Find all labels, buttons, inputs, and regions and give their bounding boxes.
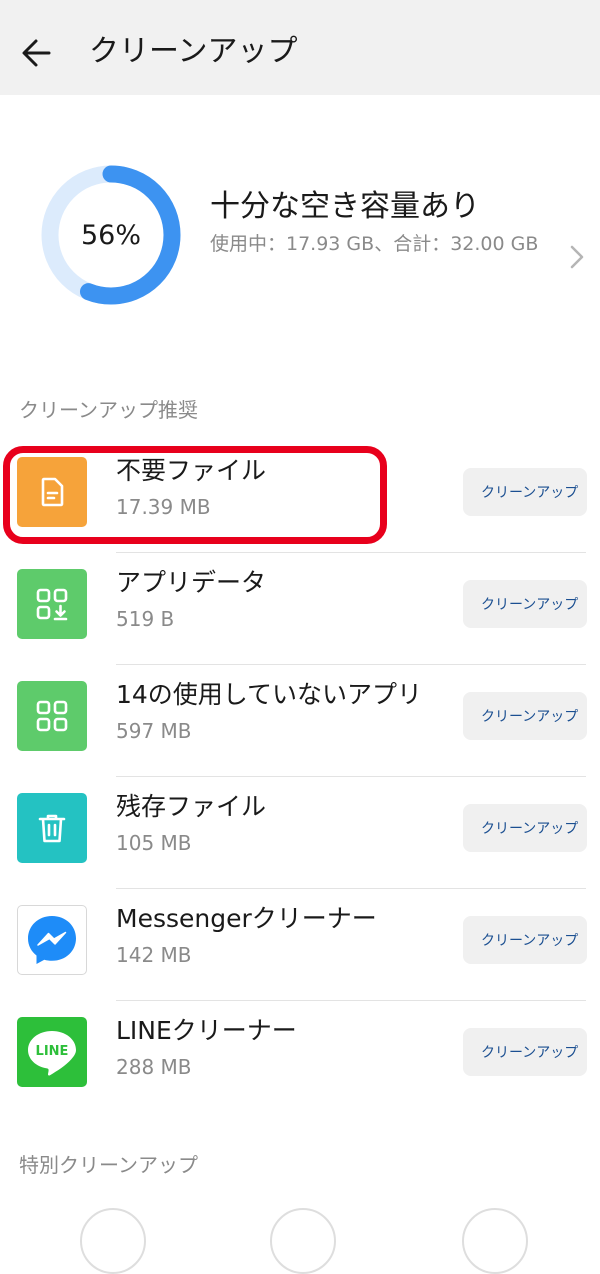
trash-icon bbox=[38, 814, 66, 843]
page-title: クリーンアップ bbox=[89, 34, 298, 69]
storage-summary[interactable]: 56% 十分な空き容量あり 使用中：17.93 GB、合計：32.00 GB bbox=[0, 150, 600, 320]
storage-status-title: 十分な空き容量あり bbox=[210, 189, 480, 224]
list-item-residual-files[interactable]: 残存ファイル 105 MB クリーンアップ bbox=[0, 777, 600, 889]
special-cleanup-item[interactable] bbox=[270, 1208, 336, 1274]
cleanup-button[interactable]: クリーンアップ bbox=[463, 580, 587, 628]
back-button[interactable] bbox=[14, 30, 60, 76]
special-cleanup-item[interactable] bbox=[462, 1208, 528, 1274]
item-title: LINEクリーナー bbox=[116, 1016, 297, 1045]
list-item-line-cleaner[interactable]: LINE LINEクリーナー 288 MB クリーンアップ bbox=[0, 1001, 600, 1113]
storage-percent: 56% bbox=[80, 219, 141, 251]
list-item-messenger-cleaner[interactable]: Messengerクリーナー 142 MB クリーンアップ bbox=[0, 889, 600, 1001]
arrow-left-icon bbox=[22, 39, 51, 67]
storage-usage-detail: 使用中：17.93 GB、合計：32.00 GB bbox=[210, 233, 539, 255]
line-app-icon: LINE bbox=[28, 1031, 76, 1076]
item-size: 597 MB bbox=[116, 719, 192, 743]
chevron-right-icon bbox=[570, 245, 584, 269]
item-size: 105 MB bbox=[116, 831, 192, 855]
residual-files-icon-tile bbox=[17, 793, 87, 863]
item-title: Messengerクリーナー bbox=[116, 904, 377, 933]
line-logo-text: LINE bbox=[36, 1044, 69, 1059]
highlight-annotation bbox=[3, 446, 387, 544]
list-item-unused-apps[interactable]: 14の使用していないアプリ 597 MB クリーンアップ bbox=[0, 665, 600, 777]
item-title: 14の使用していないアプリ bbox=[116, 680, 423, 709]
messenger-icon-tile bbox=[17, 905, 87, 975]
app-header: クリーンアップ bbox=[0, 0, 600, 95]
list-item-app-data[interactable]: アプリデータ 519 B クリーンアップ bbox=[0, 553, 600, 665]
cleanup-button[interactable]: クリーンアップ bbox=[463, 692, 587, 740]
item-size: 519 B bbox=[116, 607, 175, 631]
app-data-download-icon bbox=[36, 588, 68, 621]
cleanup-button[interactable]: クリーンアップ bbox=[463, 468, 587, 516]
item-title: アプリデータ bbox=[116, 568, 267, 597]
cleanup-button[interactable]: クリーンアップ bbox=[463, 804, 587, 852]
line-icon-tile: LINE bbox=[17, 1017, 87, 1087]
messenger-icon bbox=[28, 916, 76, 964]
apps-grid-icon bbox=[36, 700, 68, 732]
item-title: 残存ファイル bbox=[116, 792, 267, 821]
item-size: 142 MB bbox=[116, 943, 192, 967]
cleanup-button[interactable]: クリーンアップ bbox=[463, 1028, 587, 1076]
item-size: 288 MB bbox=[116, 1055, 192, 1079]
app-data-icon-tile bbox=[17, 569, 87, 639]
special-cleanup-item[interactable] bbox=[80, 1208, 146, 1274]
cleanup-button[interactable]: クリーンアップ bbox=[463, 916, 587, 964]
section-label-recommended: クリーンアップ推奨 bbox=[19, 398, 198, 422]
section-label-special: 特別クリーンアップ bbox=[19, 1153, 198, 1177]
unused-apps-icon-tile bbox=[17, 681, 87, 751]
